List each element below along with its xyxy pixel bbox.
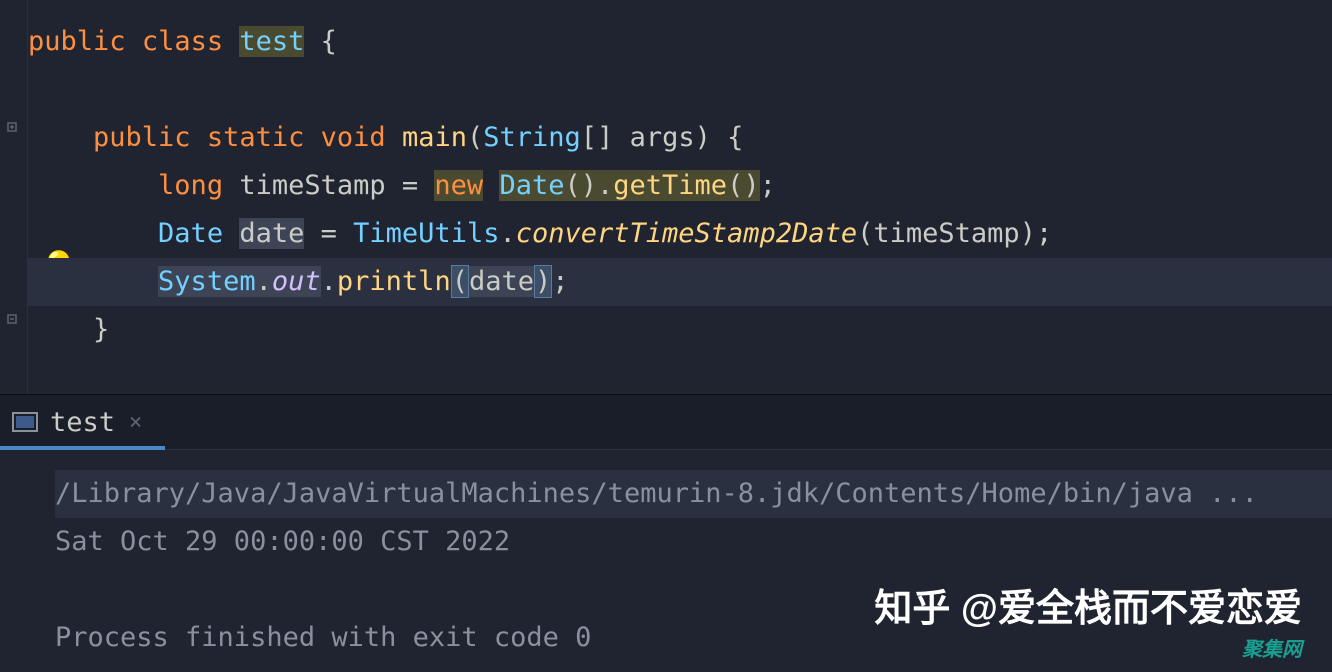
keyword-public: public [28, 26, 126, 57]
console-output-line: Sat Oct 29 00:00:00 CST 2022 [55, 518, 1332, 566]
field-out: out [272, 266, 321, 297]
brace: { [304, 26, 337, 57]
fold-expand-icon[interactable] [3, 118, 21, 136]
paren-close: ) [534, 265, 552, 298]
watermark-main: 知乎 @爱全栈而不爱恋爱 [874, 577, 1302, 632]
gutter [0, 0, 28, 394]
code-line-3[interactable]: public static void main(String[] args) { [28, 114, 1332, 162]
console-tab-label[interactable]: test [50, 407, 115, 438]
watermark-sub: 聚集网 [1242, 633, 1302, 662]
code-line-6[interactable]: System.out.println(date); [28, 258, 1332, 306]
class-system: System [158, 266, 256, 297]
console-tab-bar: test × [0, 394, 1332, 450]
method-convert: convertTimeStamp2Date [516, 218, 857, 249]
var-date: date [239, 218, 304, 249]
var-timestamp: timeStamp [223, 170, 402, 201]
code-line-5[interactable]: Date date = TimeUtils.convertTimeStamp2D… [28, 210, 1332, 258]
type-string: String [483, 122, 581, 153]
method-println: println [337, 266, 451, 297]
console-tab-icon [12, 412, 38, 432]
code-line-2[interactable] [28, 66, 1332, 114]
editor-area: 💡 public class test { public static void… [0, 0, 1332, 394]
close-icon[interactable]: × [129, 410, 142, 435]
keyword-void: void [321, 122, 386, 153]
code-line-1[interactable]: public class test { [28, 18, 1332, 66]
console-area[interactable]: /Library/Java/JavaVirtualMachines/temuri… [0, 450, 1332, 672]
keyword-class: class [142, 26, 223, 57]
type-date: Date [158, 218, 223, 249]
keyword-new: new [434, 170, 483, 201]
param-args: args [613, 122, 694, 153]
fold-collapse-icon[interactable] [3, 310, 21, 328]
keyword-static: static [207, 122, 305, 153]
console-command-line: /Library/Java/JavaVirtualMachines/temuri… [55, 470, 1332, 518]
keyword-public: public [93, 122, 191, 153]
type-timeutils: TimeUtils [353, 218, 499, 249]
code-line-4[interactable]: long timeStamp = new Date().getTime(); [28, 162, 1332, 210]
class-name: test [239, 26, 304, 57]
brace-close: } [93, 314, 109, 345]
type-date: Date [499, 170, 564, 201]
arg-date: date [469, 266, 534, 297]
code-line-7[interactable]: } [28, 306, 1332, 354]
method-main: main [402, 122, 467, 153]
arg-timestamp: timeStamp [873, 218, 1019, 249]
method-gettime: getTime [613, 170, 727, 201]
keyword-long: long [158, 170, 223, 201]
code-area[interactable]: public class test { public static void m… [28, 0, 1332, 394]
paren-open: ( [451, 265, 469, 298]
